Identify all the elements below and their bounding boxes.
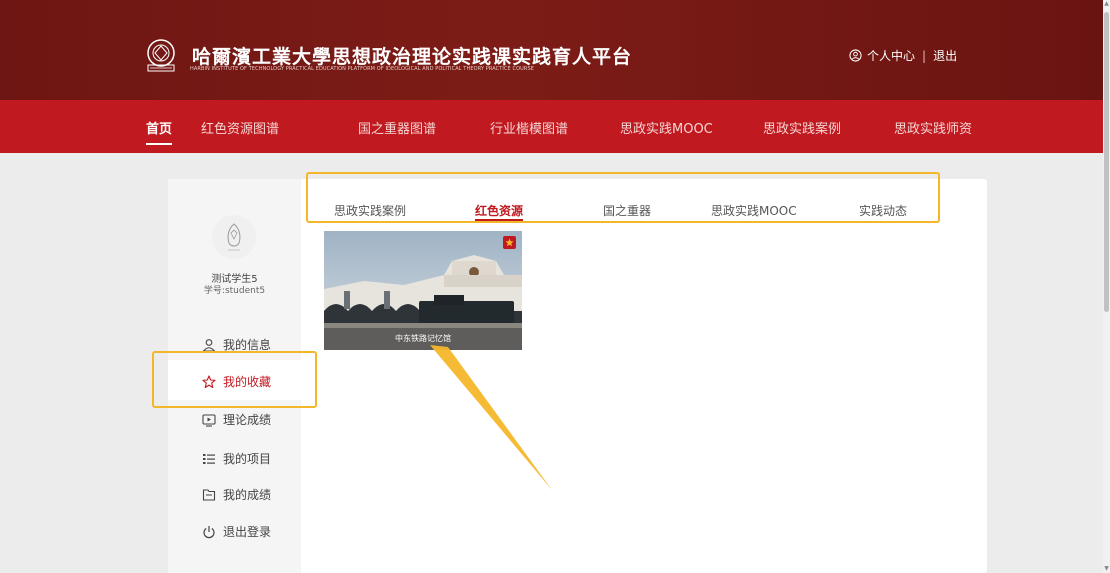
sidebar-item-label: 退出登录 [223, 525, 272, 539]
favorite-card[interactable]: 中东铁路记忆馆 [324, 231, 522, 350]
nav-item-industry-models-map[interactable]: 行业楷模图谱 [490, 118, 568, 137]
nav-item-national-equipment-map[interactable]: 国之重器图谱 [358, 118, 436, 137]
tab-practice-news[interactable]: 实践动态 [859, 202, 907, 219]
sidebar-item-label: 我的项目 [223, 452, 272, 466]
star-icon [505, 238, 514, 247]
user-center-link[interactable]: 个人中心 [867, 47, 915, 64]
profile-student-id: 学号:student5 [203, 286, 266, 296]
emblem-avatar-icon [227, 223, 241, 251]
favorite-badge[interactable] [503, 236, 516, 249]
nav-item-home[interactable]: 首页 [146, 118, 173, 145]
site-header: 哈爾濱工業大學思想政治理论实践课实践育人平台 HARBIN INSTITUTE … [0, 0, 1103, 100]
main-nav: 首页 红色资源图谱 国之重器图谱 行业楷模图谱 思政实践MOOC 思政实践案例 … [0, 100, 1103, 153]
nav-item-red-resources-map[interactable]: 红色资源图谱 [201, 118, 279, 137]
sidebar-item-label: 我的信息 [223, 338, 272, 352]
sidebar-item-my-grades[interactable]: 我的成绩 [202, 486, 271, 503]
site-subtitle: HARBIN INSTITUTE OF TECHNOLOGY PRACTICAL… [190, 66, 534, 72]
nav-item-practice-mooc[interactable]: 思政实践MOOC [620, 118, 713, 137]
scroll-up-icon[interactable]: ▲ [1103, 0, 1110, 8]
scroll-down-icon[interactable]: ▼ [1103, 565, 1110, 573]
sidebar-item-theory-scores[interactable]: 理论成绩 [202, 411, 271, 428]
star-icon [202, 374, 216, 388]
sidebar-item-label: 理论成绩 [223, 413, 272, 427]
tab-practice-cases[interactable]: 思政实践案例 [334, 202, 406, 219]
nav-item-practice-teachers[interactable]: 思政实践师资 [894, 118, 972, 137]
tab-practice-mooc[interactable]: 思政实践MOOC [711, 202, 797, 219]
sidebar-item-label: 我的成绩 [223, 488, 272, 502]
user-icon [202, 338, 216, 352]
list-icon [203, 453, 215, 464]
site-title[interactable]: 哈爾濱工業大學思想政治理论实践课实践育人平台 [192, 42, 632, 69]
header-separator: | [922, 48, 927, 63]
user-area: 个人中心 | 退出 [849, 47, 957, 64]
sidebar-item-my-info[interactable]: 我的信息 [202, 336, 271, 353]
university-emblem-icon[interactable] [141, 37, 181, 73]
nav-item-practice-cases[interactable]: 思政实践案例 [763, 118, 841, 137]
card-caption: 中东铁路记忆馆 [324, 328, 522, 350]
avatar[interactable] [212, 215, 256, 259]
scrollbar-thumb[interactable] [1104, 12, 1109, 312]
tab-national-equipment[interactable]: 国之重器 [603, 202, 651, 219]
play-box-icon [202, 413, 216, 427]
file-icon [202, 488, 216, 501]
power-icon [203, 525, 215, 538]
page: 哈爾濱工業大學思想政治理论实践课实践育人平台 HARBIN INSTITUTE … [0, 0, 1103, 573]
user-circle-icon[interactable] [849, 49, 862, 62]
logout-link[interactable]: 退出 [933, 47, 957, 64]
tab-red-resources[interactable]: 红色资源 [475, 202, 524, 221]
sidebar-item-my-projects[interactable]: 我的项目 [202, 450, 271, 467]
sidebar-item-label: 我的收藏 [223, 375, 272, 389]
sidebar-item-sign-out[interactable]: 退出登录 [202, 523, 271, 540]
sidebar-item-my-favorites[interactable]: 我的收藏 [202, 373, 271, 390]
vertical-scrollbar[interactable]: ▲ ▼ [1103, 0, 1110, 573]
